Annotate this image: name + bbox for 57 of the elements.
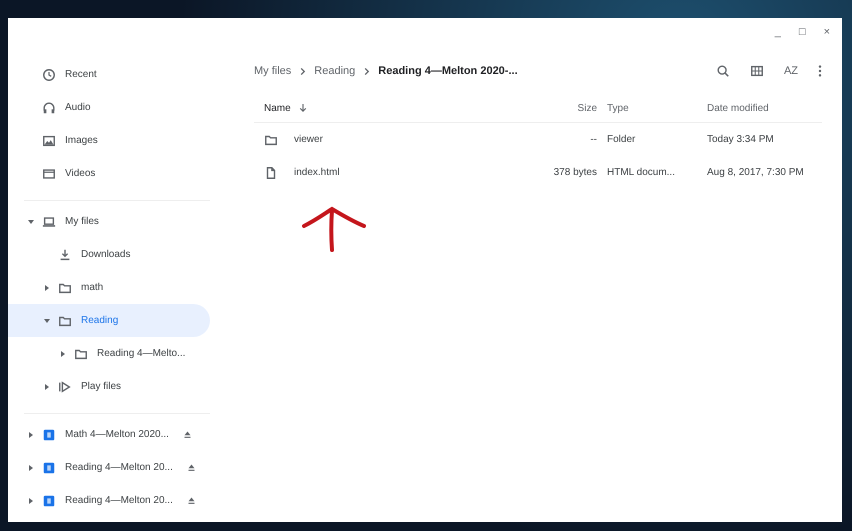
expand-arrow-icon[interactable] — [29, 498, 33, 504]
search-icon[interactable] — [716, 64, 730, 78]
drive-item[interactable]: Math 4—Melton 2020... — [8, 418, 210, 451]
sidebar-item[interactable]: Videos — [8, 157, 210, 190]
eject-icon[interactable] — [186, 463, 196, 472]
column-header[interactable]: Type — [607, 102, 697, 114]
tree-item[interactable]: Reading — [8, 304, 210, 337]
expand-arrow-icon[interactable] — [29, 432, 33, 438]
file-type: HTML docum... — [607, 167, 676, 178]
tree-item[interactable]: Play files — [8, 370, 210, 403]
drive-icon — [42, 428, 56, 442]
sidebar-icon — [42, 166, 56, 180]
window-control-button[interactable]: □ — [798, 26, 806, 38]
sidebar-icon — [42, 134, 56, 148]
tree-item[interactable]: math — [8, 271, 210, 304]
sidebar-icon — [42, 100, 56, 114]
expand-arrow-icon[interactable] — [45, 384, 49, 390]
eject-icon[interactable] — [186, 496, 196, 505]
sort-button[interactable]: AZ — [784, 65, 798, 77]
breadcrumb-item[interactable]: Reading 4—Melton 2020-... — [378, 65, 518, 77]
file-date: Aug 8, 2017, 7:30 PM — [707, 167, 805, 178]
drive-item[interactable]: Reading 4—Melton 20... — [8, 484, 210, 517]
column-header[interactable]: Name — [264, 102, 517, 114]
sidebar-item[interactable]: Images — [8, 124, 210, 157]
sidebar-item[interactable]: Recent — [8, 58, 210, 91]
column-header[interactable]: Date modified — [707, 102, 822, 114]
file-name[interactable]: index.html — [294, 167, 340, 178]
window-control-button[interactable]: × — [824, 26, 830, 38]
expand-arrow-icon[interactable] — [29, 464, 33, 470]
column-header[interactable]: Size — [527, 102, 597, 114]
more-menu-icon[interactable] — [818, 64, 822, 78]
file-type: Folder — [607, 134, 636, 145]
drive-icon — [42, 460, 56, 474]
file-size: 378 bytes — [552, 167, 597, 178]
file-size: -- — [589, 134, 597, 145]
expand-arrow-icon[interactable] — [45, 284, 49, 290]
breadcrumb-item[interactable]: My files — [254, 65, 292, 77]
grid-view-icon[interactable] — [750, 64, 764, 78]
expand-arrow-icon[interactable] — [28, 220, 34, 224]
file-name[interactable]: viewer — [294, 134, 323, 145]
sidebar-icon — [42, 68, 56, 82]
drive-icon — [42, 494, 56, 508]
sort-arrow-icon — [299, 102, 308, 113]
expand-arrow-icon[interactable] — [61, 350, 65, 356]
file-date: Today 3:34 PM — [707, 134, 775, 145]
expand-arrow-icon[interactable] — [44, 318, 50, 322]
breadcrumb-item[interactable]: Reading — [314, 65, 356, 77]
tree-item[interactable]: Downloads — [8, 238, 210, 271]
drive-item[interactable]: Reading 4—Melton 20... — [8, 451, 210, 484]
chevron-icon — [299, 66, 306, 76]
chevron-icon — [363, 66, 370, 76]
window-control-button[interactable]: _ — [774, 26, 781, 38]
eject-icon[interactable] — [182, 430, 192, 439]
file-icon — [264, 166, 278, 180]
sidebar-item[interactable]: Audio — [8, 91, 210, 124]
tree-item[interactable]: My files — [8, 205, 210, 238]
tree-item[interactable]: Reading 4—Melto... — [8, 337, 210, 370]
